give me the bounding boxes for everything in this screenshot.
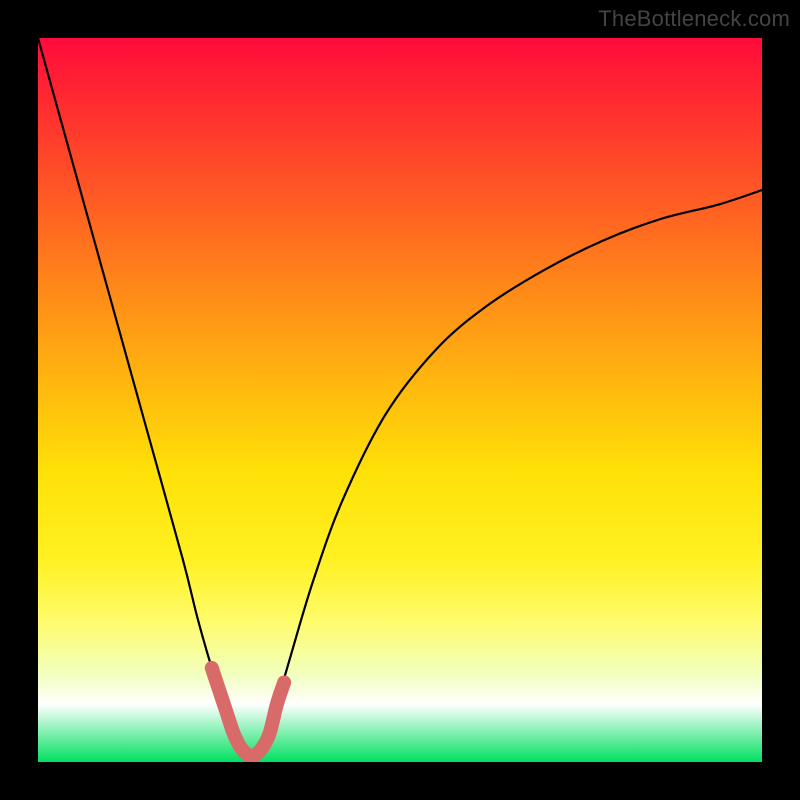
highlight-path: [212, 668, 284, 756]
chart-svg: [38, 38, 762, 762]
watermark-text: TheBottleneck.com: [598, 6, 790, 32]
chart-frame: TheBottleneck.com: [0, 0, 800, 800]
plot-area: [38, 38, 762, 762]
curve-path: [38, 38, 762, 756]
